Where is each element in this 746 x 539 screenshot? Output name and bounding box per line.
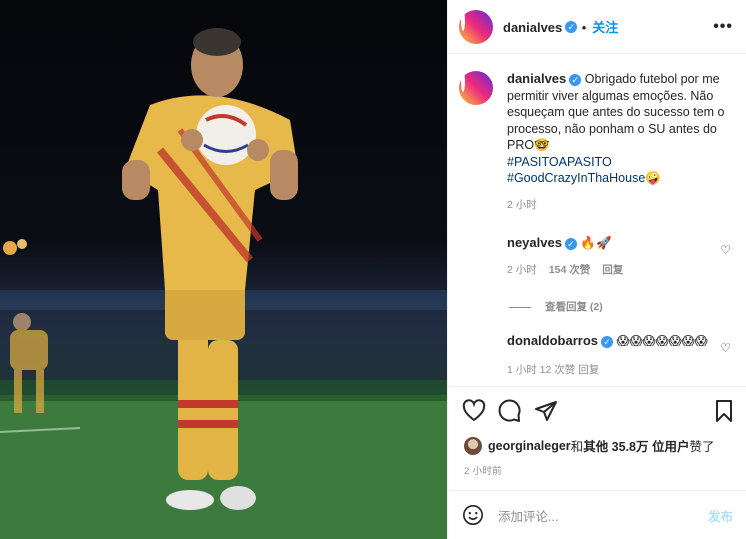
author-line: danialves ✓ • 关注 [503, 17, 618, 37]
view-replies-button[interactable]: 查看回复 (2) [509, 299, 603, 314]
hashtag-goodcrazy[interactable]: #GoodCrazyInThaHouse [507, 171, 645, 185]
commenter-avatar[interactable] [459, 333, 493, 367]
caption-body: danialves ✓ Obrigado futebol por me permi… [507, 71, 737, 213]
comment-likes[interactable]: 154 次赞 [549, 264, 590, 276]
comment-text: 🔥🚀 [580, 236, 612, 250]
caption-meta: 2 小时 [507, 197, 737, 214]
liker-username[interactable]: georginaleger [488, 439, 571, 453]
commenter-avatar[interactable] [459, 235, 493, 269]
caption-time: 2 小时 [507, 198, 537, 211]
verified-badge-icon: ✓ [569, 73, 582, 86]
likes-others[interactable]: 其他 35.8万 位用户 [583, 436, 689, 455]
author-avatar[interactable] [459, 9, 493, 44]
comment-meta: 2 小时 154 次赞 回复 [507, 262, 737, 279]
action-bar [448, 386, 746, 434]
comment-body: neyalves ✓ 🔥🚀 2 小时 154 次赞 回复 [507, 235, 737, 278]
likes-line: georginaleger 和 其他 35.8万 位用户 赞了 [464, 436, 714, 455]
verified-badge-icon: ✓ [601, 335, 614, 348]
post-comment-button[interactable]: 发布 [708, 506, 733, 525]
emoji-icon[interactable] [462, 504, 484, 526]
likes-and: 和 [570, 440, 584, 454]
photo-illustration [0, 28, 447, 539]
author-username[interactable]: danialves [503, 20, 562, 35]
comment-heart-icon[interactable]: ♡ [720, 341, 731, 355]
post-time: 2 小时前 [464, 466, 502, 477]
comment-meta: 1 小时 12 次赞 回复 [507, 362, 737, 379]
comments-section[interactable]: danialves ✓ Obrigado futebol por me permi… [448, 55, 746, 385]
post-photo[interactable] [0, 0, 447, 539]
save-icon[interactable] [712, 399, 736, 423]
commenter-username[interactable]: donaldobarros [507, 333, 598, 348]
verified-badge-icon: ✓ [565, 21, 578, 34]
comment-meta-partial: 1 小时 12 次赞 回复 [507, 363, 600, 376]
likes-suffix: 赞了 [689, 440, 715, 454]
separator-dot: • [581, 19, 587, 35]
crazy-emoji: 🤪 [645, 171, 661, 185]
share-icon[interactable] [534, 399, 558, 423]
comment-heart-icon[interactable]: ♡ [720, 243, 731, 257]
heart-icon[interactable] [462, 399, 486, 423]
post-header: danialves ✓ • 关注 ••• [448, 0, 746, 54]
verified-badge-icon: ✓ [564, 237, 577, 250]
caption-username[interactable]: danialves [507, 71, 566, 86]
comment-body: donaldobarros ✓ 😱😱😱😱😱😱😱 1 小时 12 次赞 回复 [507, 333, 737, 378]
caption-avatar[interactable] [459, 71, 493, 105]
hashtag-pasitoapasito[interactable]: #PASITOAPASITO [507, 155, 612, 169]
comment-composer: 添加评论... 发布 [448, 490, 746, 539]
comment-input[interactable]: 添加评论... [498, 506, 708, 525]
reply-button[interactable]: 回复 [602, 264, 623, 276]
follow-button[interactable]: 关注 [592, 20, 618, 35]
more-options-icon[interactable]: ••• [713, 18, 733, 36]
comment-text: 😱😱😱😱😱😱😱 [616, 334, 708, 348]
liker-avatar[interactable] [464, 436, 482, 455]
nerd-emoji: 🤓 [534, 138, 550, 152]
comment-time: 2 小时 [507, 263, 537, 276]
post-sidebar: danialves ✓ • 关注 ••• danialves ✓ Obrigado f… [447, 0, 746, 539]
comment-icon[interactable] [498, 399, 522, 423]
commenter-username[interactable]: neyalves [507, 235, 562, 250]
